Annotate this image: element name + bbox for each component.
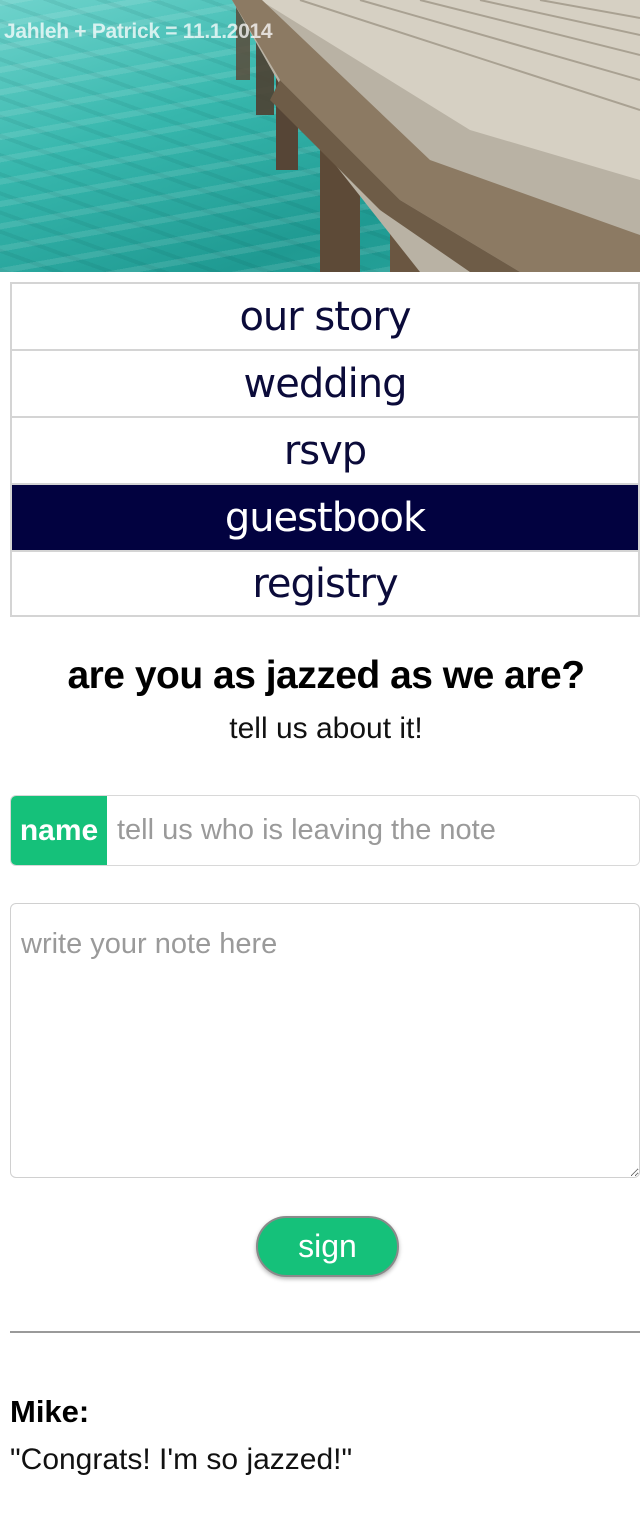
name-input[interactable] xyxy=(107,796,639,865)
nav-item-rsvp[interactable]: rsvp xyxy=(10,416,640,483)
nav-item-registry[interactable]: registry xyxy=(10,550,640,617)
divider xyxy=(10,1331,640,1333)
main-nav: our story wedding rsvp guestbook registr… xyxy=(10,282,640,617)
nav-item-guestbook[interactable]: guestbook xyxy=(10,483,640,550)
nav-item-wedding[interactable]: wedding xyxy=(10,349,640,416)
nav-item-our-story[interactable]: our story xyxy=(10,282,640,349)
entry-author: Mike: xyxy=(10,1394,90,1429)
guestbook-subline: tell us about it! xyxy=(229,712,423,745)
entry-message: "Congrats! I'm so jazzed!" xyxy=(10,1443,353,1476)
name-label: name xyxy=(11,796,107,865)
guestbook-headline: are you as jazzed as we are? xyxy=(67,654,585,697)
name-input-group: name xyxy=(10,795,640,866)
site-title: Jahleh + Patrick = 11.1.2014 xyxy=(4,20,273,43)
hero-banner: Jahleh + Patrick = 11.1.2014 xyxy=(0,0,640,272)
sign-button[interactable]: sign xyxy=(256,1216,399,1277)
note-textarea[interactable] xyxy=(10,903,640,1178)
